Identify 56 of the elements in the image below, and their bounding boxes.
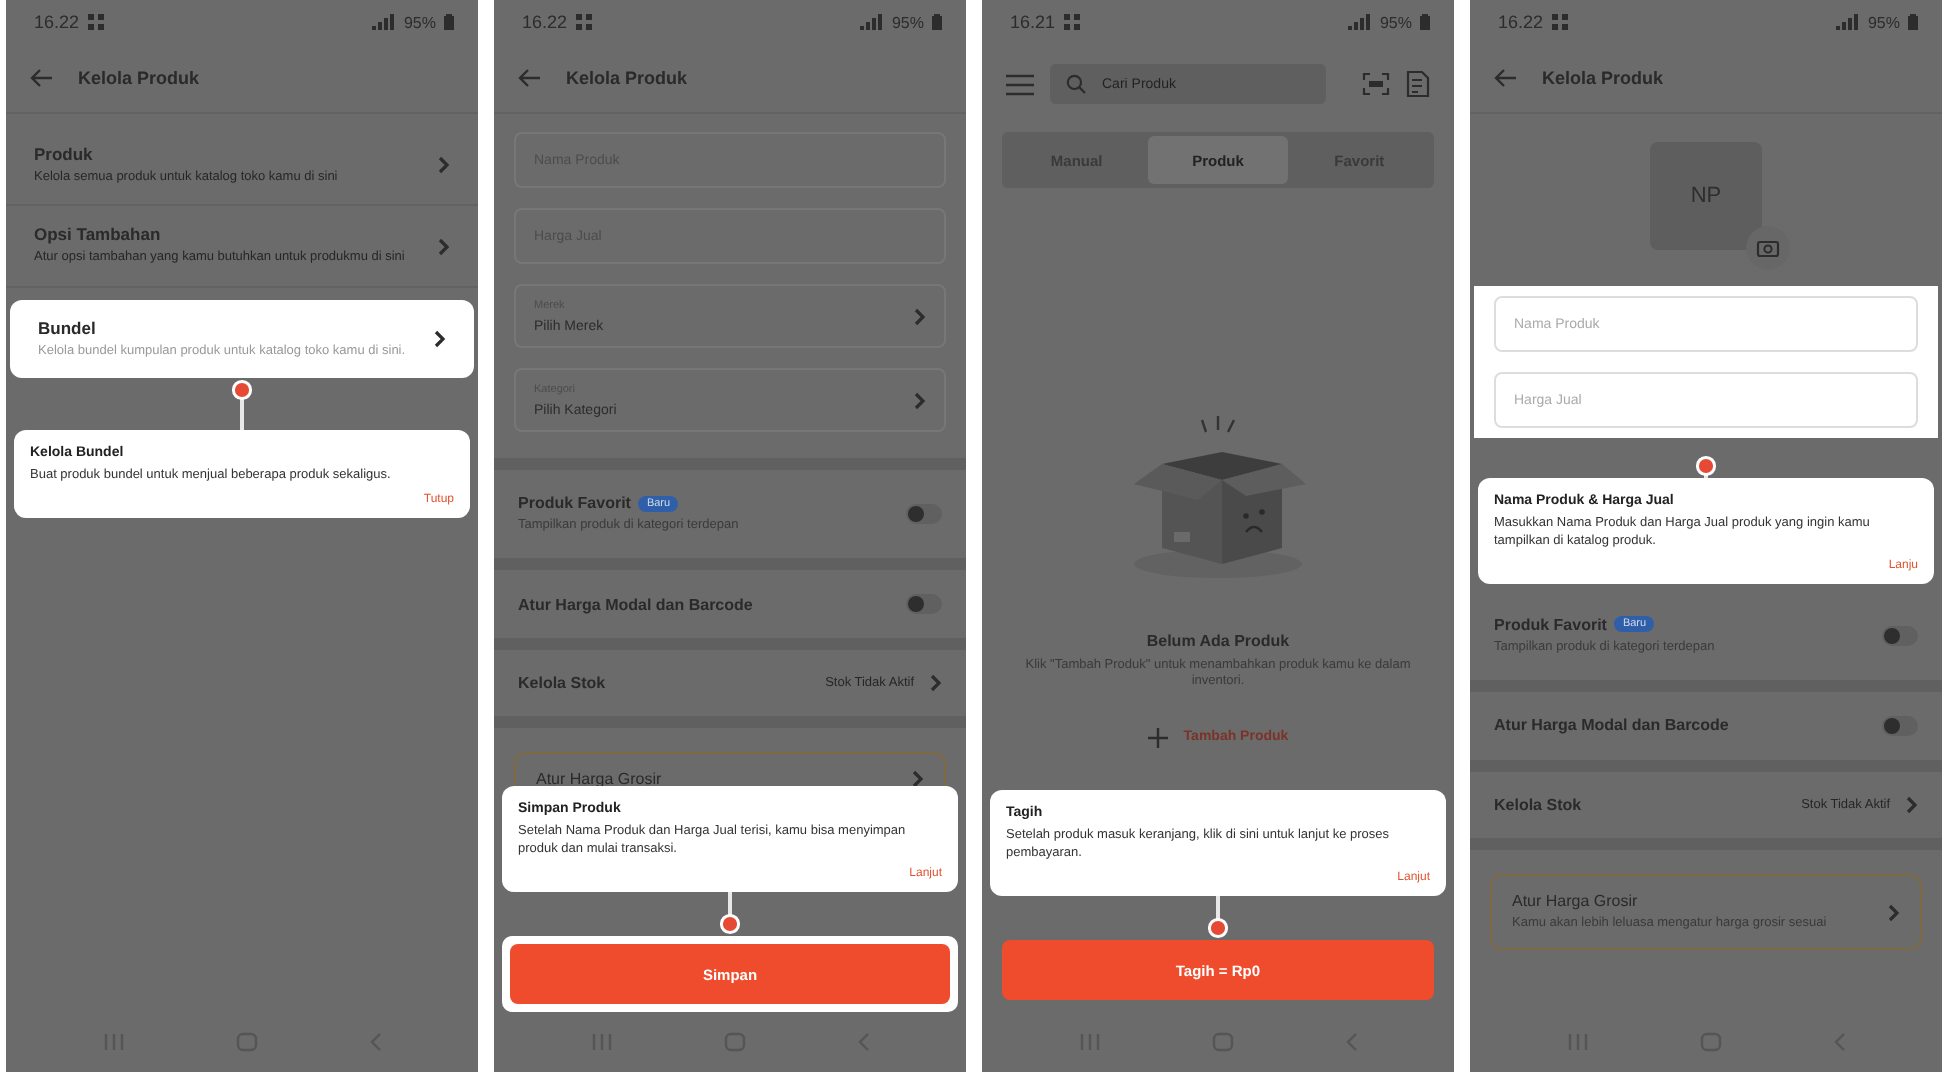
page-title: Kelola Produk xyxy=(78,68,200,88)
search-icon xyxy=(1066,74,1086,94)
back-arrow-icon[interactable] xyxy=(30,68,54,88)
card-title: Atur Harga Grosir xyxy=(536,770,664,789)
notification-icon xyxy=(1551,14,1568,30)
page-title: Kelola Produk xyxy=(566,68,688,88)
chevron-right-icon xyxy=(434,330,446,349)
battery-level: 95% xyxy=(403,13,436,31)
setting-title: Produk Favorit xyxy=(1494,615,1607,634)
notification-icon xyxy=(87,14,104,30)
signal-icon xyxy=(1347,14,1372,30)
back-arrow-icon[interactable] xyxy=(518,68,542,88)
toggle-switch[interactable] xyxy=(1882,625,1918,646)
empty-state-title: Belum Ada Produk xyxy=(1146,632,1290,650)
battery-level: 95% xyxy=(1379,13,1412,31)
status-time: 16.22 xyxy=(1498,12,1544,32)
battery-icon xyxy=(1420,14,1430,30)
toggle-switch[interactable] xyxy=(906,594,942,615)
setting-title: Produk Favorit xyxy=(518,494,631,512)
notification-icon xyxy=(1063,14,1080,30)
chevron-right-icon xyxy=(1906,795,1918,814)
chevron-right-icon xyxy=(914,307,926,325)
setting-title: Kelola Stok xyxy=(518,674,606,693)
page-title: Kelola Produk xyxy=(1542,68,1664,88)
back-arrow-icon[interactable] xyxy=(1494,68,1518,88)
battery-icon xyxy=(1908,14,1918,30)
signal-icon xyxy=(859,14,884,30)
battery-icon xyxy=(932,14,942,30)
chevron-right-icon xyxy=(912,770,924,789)
setting-title: Atur Harga Modal dan Barcode xyxy=(518,595,753,614)
battery-level: 95% xyxy=(891,13,924,31)
chevron-right-icon xyxy=(438,156,450,175)
setting-title: Atur Harga Modal dan Barcode xyxy=(1494,716,1729,735)
scan-icon[interactable] xyxy=(1362,72,1390,96)
signal-icon xyxy=(371,14,396,30)
chevron-right-icon xyxy=(1888,903,1900,922)
chevron-right-icon xyxy=(930,674,942,693)
menu-item-title: Opsi Tambahan xyxy=(34,224,163,245)
toggle-switch[interactable] xyxy=(906,504,942,525)
battery-icon xyxy=(444,14,454,30)
menu-item-title: Bundel xyxy=(38,317,98,338)
battery-level: 95% xyxy=(1867,13,1900,31)
toggle-switch[interactable] xyxy=(1882,715,1918,736)
status-time: 16.21 xyxy=(1010,12,1056,32)
menu-icon[interactable] xyxy=(1006,73,1034,95)
chevron-right-icon xyxy=(914,391,926,409)
status-time: 16.22 xyxy=(522,12,568,32)
menu-item-title: Produk xyxy=(34,144,95,164)
receipt-icon[interactable] xyxy=(1406,70,1430,98)
setting-title: Kelola Stok xyxy=(1494,795,1582,814)
notification-icon xyxy=(575,14,592,30)
signal-icon xyxy=(1835,14,1860,30)
card-title: Atur Harga Grosir xyxy=(1512,891,1640,910)
plus-icon xyxy=(1147,727,1168,748)
status-time: 16.22 xyxy=(34,12,80,32)
chevron-right-icon xyxy=(438,237,450,256)
